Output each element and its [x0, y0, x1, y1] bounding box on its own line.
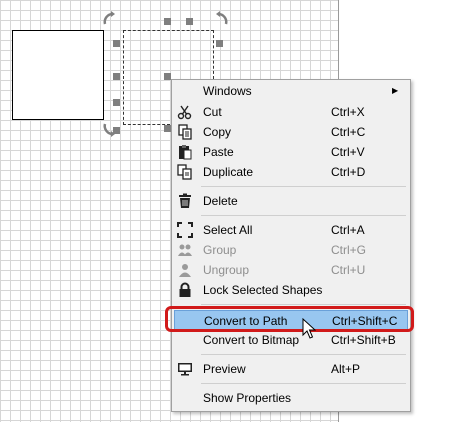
menu-label: Preview — [203, 362, 246, 376]
menu-label: Duplicate — [203, 165, 254, 179]
menu-label: Cut — [203, 105, 222, 119]
resize-handle[interactable] — [113, 73, 120, 80]
menu-item-select-all[interactable]: Select All Ctrl+A — [174, 220, 408, 240]
menu-item-ungroup[interactable]: Ungroup Ctrl+U — [174, 260, 408, 280]
menu-separator — [201, 304, 406, 305]
menu-item-show-properties[interactable]: Show Properties — [174, 388, 408, 408]
menu-item-preview[interactable]: Preview Alt+P — [174, 359, 408, 379]
menu-label: Ungroup — [203, 263, 250, 277]
resize-handle[interactable] — [113, 40, 120, 47]
submenu-arrow-icon: ▶ — [392, 86, 399, 95]
menu-label: Paste — [203, 145, 234, 159]
menu-shortcut: Ctrl+X — [331, 105, 365, 119]
menu-separator — [201, 383, 406, 384]
menu-shortcut: Ctrl+D — [331, 165, 366, 179]
menu-item-windows[interactable]: Windows ▶ — [174, 81, 408, 101]
menu-shortcut: Ctrl+C — [331, 125, 366, 139]
menu-label: Copy — [203, 125, 232, 139]
context-menu: Windows ▶ Cut Ctrl+X Copy Ctrl+C Paste C… — [171, 79, 411, 412]
resize-handle[interactable] — [113, 99, 120, 106]
menu-separator — [201, 215, 406, 216]
menu-item-lock[interactable]: Lock Selected Shapes — [174, 280, 408, 300]
menu-item-delete[interactable]: Delete — [174, 191, 408, 211]
menu-label: Windows — [203, 84, 252, 98]
resize-handle[interactable] — [164, 73, 171, 80]
menu-shortcut: Ctrl+G — [331, 243, 367, 257]
duplicate-icon — [177, 164, 192, 180]
menu-label: Convert to Bitmap — [203, 333, 300, 347]
menu-label: Delete — [203, 194, 238, 208]
rotate-handle-icon[interactable] — [101, 122, 117, 138]
trash-icon — [179, 193, 191, 208]
menu-label: Show Properties — [203, 391, 292, 405]
paste-icon — [179, 145, 192, 160]
menu-shortcut: Ctrl+U — [331, 263, 366, 277]
rotate-handle-icon[interactable] — [214, 10, 230, 26]
ungroup-icon — [179, 264, 191, 277]
menu-item-cut[interactable]: Cut Ctrl+X — [174, 102, 408, 122]
menu-item-convert-to-bitmap[interactable]: Convert to Bitmap Ctrl+Shift+B — [174, 330, 408, 350]
monitor-icon — [178, 363, 192, 376]
scissors-icon — [177, 105, 192, 120]
menu-shortcut: Ctrl+Shift+B — [331, 333, 396, 347]
menu-separator — [201, 186, 406, 187]
menu-item-copy[interactable]: Copy Ctrl+C — [174, 122, 408, 142]
group-icon — [178, 244, 192, 256]
select-all-icon — [177, 222, 193, 238]
highlight-annotation — [165, 306, 414, 332]
menu-shortcut: Ctrl+V — [331, 145, 365, 159]
menu-separator — [201, 354, 406, 355]
menu-label: Select All — [203, 223, 253, 237]
resize-handle[interactable] — [186, 18, 193, 25]
copy-icon — [178, 124, 192, 140]
menu-item-paste[interactable]: Paste Ctrl+V — [174, 142, 408, 162]
menu-shortcut: Ctrl+A — [331, 223, 365, 237]
resize-handle[interactable] — [164, 125, 171, 132]
rectangle-shape[interactable] — [12, 30, 104, 120]
rotate-handle-icon[interactable] — [101, 10, 117, 26]
menu-item-group[interactable]: Group Ctrl+G — [174, 240, 408, 260]
lock-icon — [179, 282, 191, 297]
menu-label: Group — [203, 243, 237, 257]
menu-item-duplicate[interactable]: Duplicate Ctrl+D — [174, 162, 408, 182]
menu-shortcut: Alt+P — [331, 362, 361, 376]
cursor-icon — [302, 318, 316, 339]
resize-handle[interactable] — [164, 18, 171, 25]
resize-handle[interactable] — [216, 40, 223, 47]
menu-label: Lock Selected Shapes — [203, 283, 323, 297]
